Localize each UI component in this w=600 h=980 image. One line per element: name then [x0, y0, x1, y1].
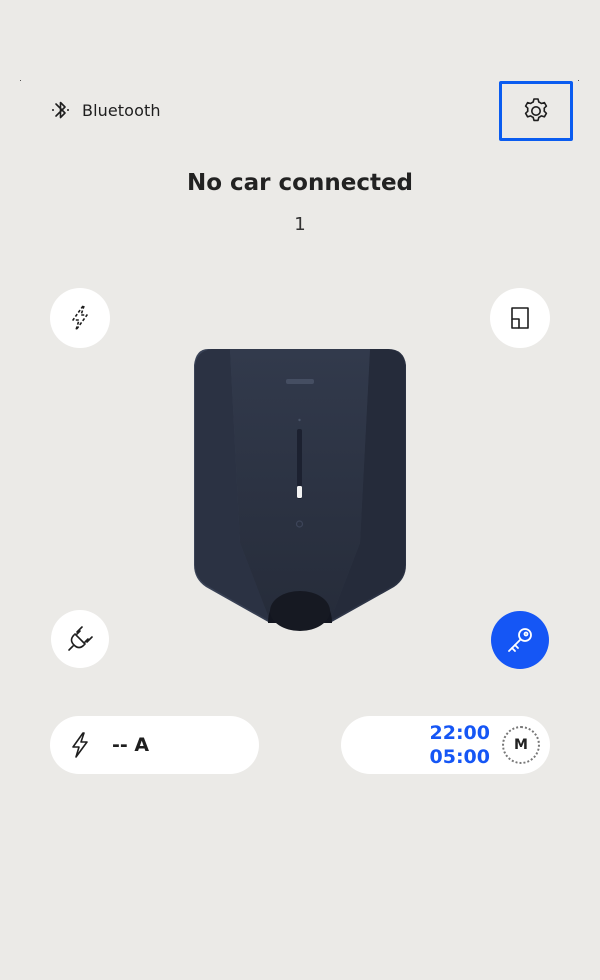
plug-icon [68, 626, 93, 651]
gear-icon [524, 98, 548, 122]
charging-current-value: -- A [112, 734, 150, 756]
schedule-end-time: 05:00 [429, 746, 490, 768]
schedule-times: 22:00 05:00 [430, 721, 490, 769]
plug-button[interactable] [51, 610, 109, 668]
corner-mark [578, 80, 579, 81]
key-icon [508, 628, 532, 652]
bluetooth-label: Bluetooth [82, 100, 161, 120]
schedule-start-time: 22:00 [429, 722, 490, 744]
connection-status-title: No car connected [186, 170, 414, 196]
lightning-icon [72, 732, 88, 758]
bluetooth-icon [52, 101, 69, 119]
lightning-dashed-icon [72, 305, 88, 331]
charging-schedule-pill[interactable]: 22:00 05:00 M [341, 716, 550, 774]
schedule-mode-badge: M [502, 726, 540, 764]
bluetooth-status[interactable]: Bluetooth [50, 96, 161, 124]
access-key-button[interactable] [491, 611, 549, 669]
charger-device-image [194, 349, 406, 631]
connection-status-subtitle: 1 [294, 214, 306, 235]
installation-button[interactable] [490, 288, 550, 348]
charging-mode-button[interactable] [50, 288, 110, 348]
installation-box-icon [511, 307, 529, 329]
settings-button[interactable] [519, 94, 553, 128]
corner-mark [20, 80, 21, 81]
charging-current-pill[interactable]: -- A [50, 716, 259, 774]
